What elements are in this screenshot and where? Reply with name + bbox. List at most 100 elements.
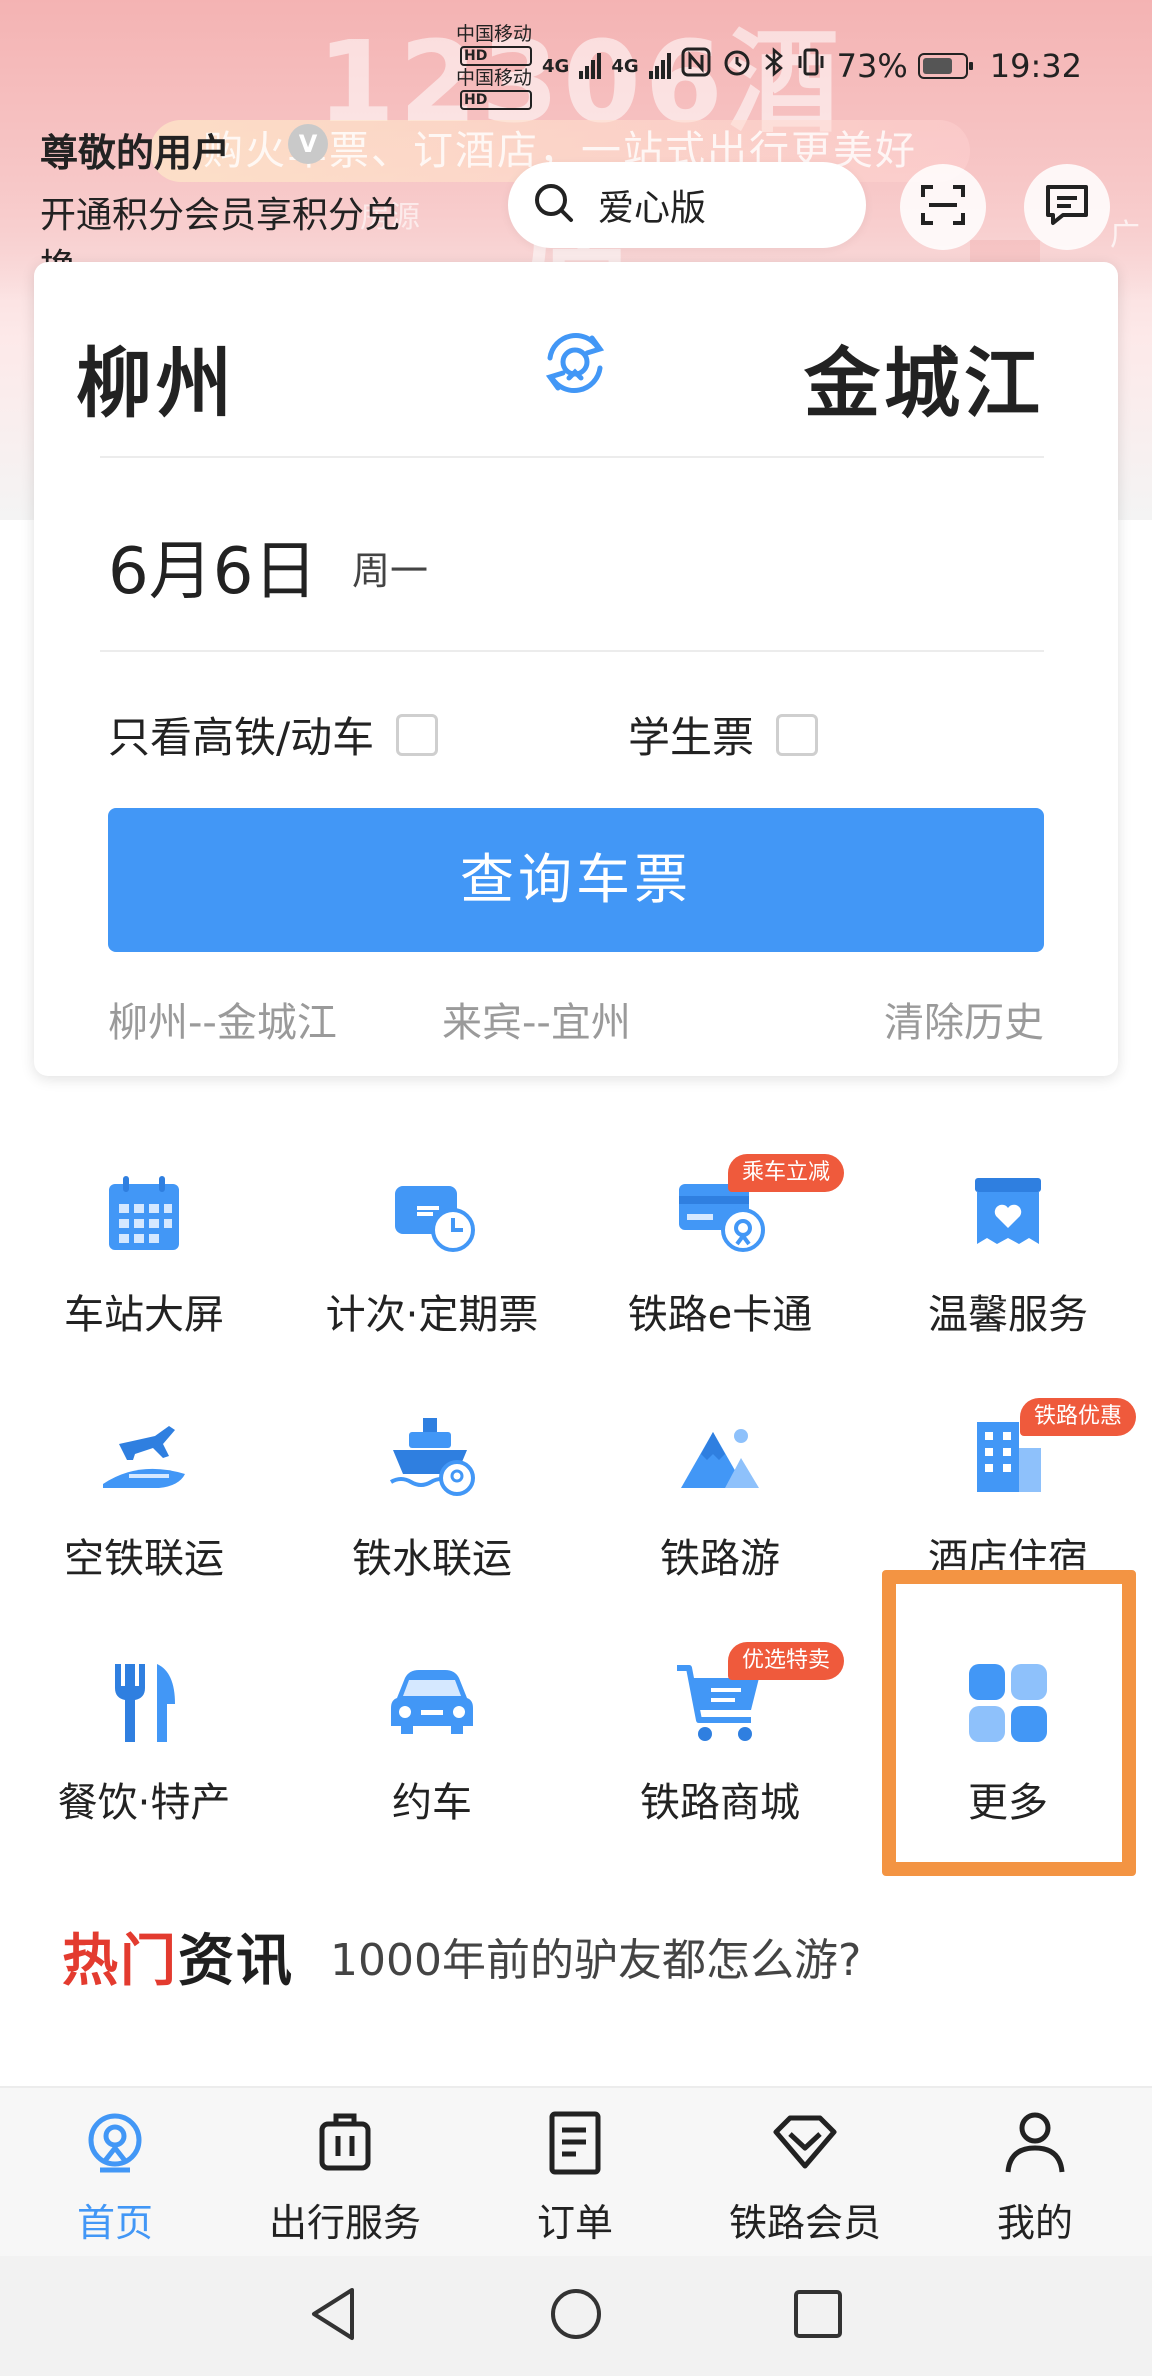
carrier-info: 中国移动 HD 中国移动 HD [456, 22, 533, 110]
heart-box-icon [963, 1170, 1053, 1260]
history-item[interactable]: 柳州--金城江 [108, 990, 337, 1048]
grid-item-label: 铁路e卡通 [627, 1292, 813, 1338]
hd-badge: HD [460, 46, 533, 66]
alarm-icon [721, 46, 753, 86]
luggage-icon [310, 2108, 380, 2178]
recents-button[interactable] [790, 2286, 846, 2346]
tab-label: 订单 [536, 2201, 613, 2245]
hot-news-logo-part: 资讯 [178, 1929, 294, 1994]
arrival-city[interactable]: 金城江 [804, 322, 1044, 432]
grid-item-air-rail[interactable]: 空铁联运 [0, 1408, 288, 1588]
search-icon [532, 181, 576, 229]
promo-tag: 优选特卖 [728, 1642, 845, 1680]
bluetooth-icon [763, 46, 785, 86]
clock: 19:32 [989, 47, 1082, 85]
tab-label: 铁路会员 [728, 2201, 881, 2245]
divider [100, 456, 1044, 458]
grid-item-station-screen[interactable]: 车站大屏 [0, 1164, 288, 1344]
high-speed-only-checkbox[interactable] [396, 713, 439, 756]
grid-item-label: 温馨服务 [928, 1292, 1088, 1338]
search-placeholder: 爱心版 [598, 188, 707, 229]
vip-badge-icon: V [288, 124, 328, 164]
grid-item-label: 约车 [392, 1780, 472, 1826]
grid-item-label: 空铁联运 [64, 1536, 224, 1582]
grid-item-ride[interactable]: 约车 [288, 1652, 576, 1832]
back-triangle-icon [306, 2288, 360, 2348]
travel-date[interactable]: 6月6日 [108, 520, 317, 612]
home-button[interactable] [548, 2284, 604, 2348]
search-bar[interactable]: 爱心版 [508, 162, 866, 248]
system-navigation-bar [0, 2256, 1152, 2376]
ticket-clock-icon [387, 1170, 477, 1260]
tab-membership[interactable]: 铁路会员 [690, 2100, 920, 2250]
user-name[interactable]: 尊敬的用户 [40, 122, 230, 177]
car-icon [387, 1658, 477, 1748]
clear-history-link[interactable]: 清除历史 [884, 990, 1044, 1048]
train-logo-icon [80, 2108, 150, 2178]
home-circle-icon [548, 2289, 604, 2348]
tab-label: 首页 [76, 2201, 153, 2245]
network-type: 4G [611, 55, 639, 77]
highlight-box [882, 1570, 1136, 1876]
student-ticket-label: 学生票 [628, 713, 755, 762]
travel-weekday: 周一 [352, 549, 429, 593]
promo-tag: 铁路优惠 [1020, 1398, 1137, 1436]
grid-item-label: 餐饮·特产 [57, 1780, 231, 1826]
document-icon [540, 2108, 610, 2178]
grid-item-rail-travel[interactable]: 铁路游 [576, 1408, 864, 1588]
diamond-icon [770, 2108, 840, 2178]
query-tickets-button[interactable]: 查询车票 [108, 808, 1044, 952]
divider [100, 650, 1044, 652]
grid-item-care-service[interactable]: 温馨服务 [864, 1164, 1152, 1344]
tab-label: 我的 [996, 2201, 1073, 2245]
banner-ghost-text: 广 [1110, 218, 1140, 253]
battery-percent: 73% [836, 47, 908, 85]
station-screen-icon [99, 1170, 189, 1260]
swap-stations-button[interactable] [532, 320, 618, 406]
tab-travel-service[interactable]: 出行服务 [230, 2100, 460, 2250]
person-icon [1000, 2108, 1070, 2178]
grid-item-label: 铁路游 [660, 1536, 780, 1582]
carrier-name: 中国移动 [456, 23, 533, 45]
hot-news-headline[interactable]: 1000年前的驴友都怎么游? [330, 1924, 861, 1988]
grid-item-rail-water[interactable]: 铁水联运 [288, 1408, 576, 1588]
promo-tag: 乘车立减 [728, 1154, 845, 1192]
mountain-icon [675, 1414, 765, 1504]
network-type: 4G [542, 55, 570, 77]
grid-item-label: 铁水联运 [352, 1536, 512, 1582]
tab-mine[interactable]: 我的 [920, 2100, 1150, 2250]
message-icon [1043, 181, 1091, 233]
grid-item-label: 铁路商城 [640, 1780, 800, 1826]
signal-icon [579, 53, 602, 79]
hot-news-logo-part: 热门 [62, 1929, 178, 1994]
grid-item-label: 计次·定期票 [325, 1292, 539, 1338]
tab-label: 出行服务 [268, 2201, 421, 2245]
carrier-name: 中国移动 [456, 67, 533, 89]
history-item[interactable]: 来宾--宜州 [442, 990, 631, 1048]
grid-item-period-ticket[interactable]: 计次·定期票 [288, 1164, 576, 1344]
grid-item-food[interactable]: 餐饮·特产 [0, 1652, 288, 1832]
back-button[interactable] [306, 2284, 360, 2348]
hd-badge: HD [460, 90, 533, 110]
fork-knife-icon [99, 1658, 189, 1748]
grid-item-label: 车站大屏 [64, 1292, 224, 1338]
hot-news-logo: 热门资讯 [62, 1916, 294, 1997]
scan-icon [919, 181, 967, 233]
scan-button[interactable] [900, 164, 986, 250]
signal-icon [648, 53, 671, 79]
message-button[interactable] [1024, 164, 1110, 250]
high-speed-only-option[interactable]: 只看高铁/动车 [108, 704, 439, 765]
recents-square-icon [790, 2290, 846, 2346]
swap-icon [532, 333, 618, 410]
vibrate-icon [795, 46, 827, 86]
ship-icon [387, 1414, 477, 1504]
departure-city[interactable]: 柳州 [76, 322, 236, 432]
tab-home[interactable]: 首页 [0, 2100, 230, 2250]
plane-train-icon [99, 1414, 189, 1504]
student-ticket-checkbox[interactable] [776, 713, 819, 756]
student-ticket-option[interactable]: 学生票 [628, 704, 819, 765]
high-speed-only-label: 只看高铁/动车 [108, 713, 375, 762]
tab-orders[interactable]: 订单 [460, 2100, 690, 2250]
battery-icon [917, 53, 973, 79]
status-bar: 中国移动 HD 中国移动 HD 4G 4G 73% 19:32 [456, 23, 1082, 110]
